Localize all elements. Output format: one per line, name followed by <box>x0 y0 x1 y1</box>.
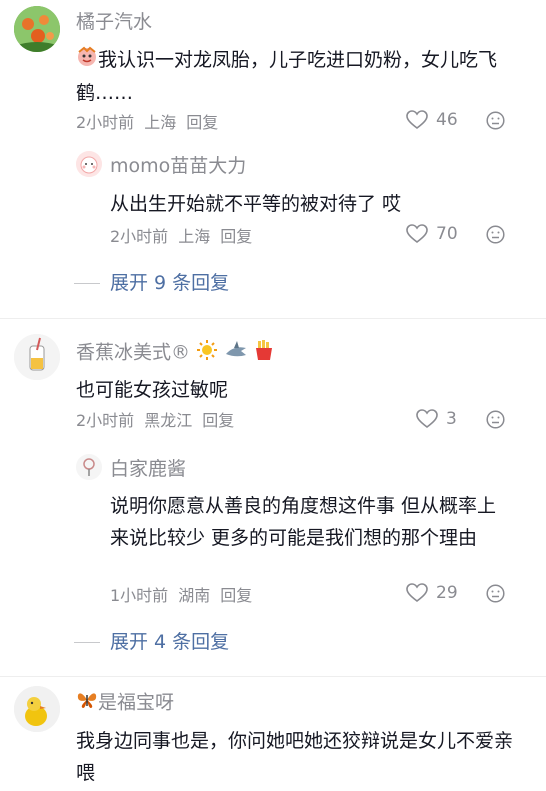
like-button[interactable]: 46 <box>406 110 458 130</box>
like-button[interactable]: 3 <box>416 409 457 429</box>
comment-meta: 2小时前 黑龙江 回复 <box>76 410 244 432</box>
reply-location: 湖南 <box>178 586 211 605</box>
fries-emoji-icon <box>254 339 274 367</box>
like-button[interactable]: 70 <box>406 224 458 244</box>
avatar[interactable] <box>14 334 60 380</box>
reply-button[interactable]: 回复 <box>202 411 234 430</box>
neutral-face-icon <box>486 225 505 244</box>
butterfly-emoji-icon <box>76 690 98 716</box>
dislike-button[interactable] <box>486 225 505 244</box>
like-count: 70 <box>436 224 458 244</box>
reply-meta: 1小时前 湖南 回复 <box>110 585 262 607</box>
heart-icon <box>406 224 428 244</box>
neutral-face-icon <box>486 111 505 130</box>
section-divider <box>0 676 546 677</box>
expand-divider <box>74 641 100 643</box>
like-count: 3 <box>446 409 457 429</box>
neutral-face-icon <box>486 584 505 603</box>
comment-username[interactable]: 香蕉冰美式® <box>76 339 274 367</box>
like-button[interactable]: 29 <box>406 583 458 603</box>
reply-location: 上海 <box>178 227 211 246</box>
reply-avatar[interactable] <box>76 151 102 177</box>
comment-time: 2小时前 <box>76 113 135 132</box>
sun-emoji-icon <box>196 339 218 367</box>
reply-button[interactable]: 回复 <box>220 586 252 605</box>
reply-username[interactable]: momo苗苗大力 <box>110 154 246 178</box>
comment-location: 上海 <box>144 113 177 132</box>
comment-meta: 2小时前 上海 回复 <box>76 112 228 134</box>
comment-username[interactable]: 是福宝呀 <box>76 690 174 716</box>
comment-text: 我身边同事也是，你问她吧她还狡辩说是女儿不爱亲喂 <box>76 730 514 784</box>
reply-button[interactable]: 回复 <box>186 113 218 132</box>
reply-time: 2小时前 <box>110 227 169 246</box>
section-divider <box>0 318 546 319</box>
like-count: 29 <box>436 583 458 603</box>
comment-text: 我认识一对龙凤胎，儿子吃进口奶粉，女儿吃飞鹤…… <box>76 44 516 109</box>
heart-icon <box>416 409 438 429</box>
comment-text: 也可能女孩过敏呢 <box>76 379 229 401</box>
avatar[interactable] <box>14 686 60 732</box>
expand-replies-button[interactable]: 展开 4 条回复 <box>74 629 229 655</box>
like-count: 46 <box>436 110 458 130</box>
reply-time: 1小时前 <box>110 586 169 605</box>
reply-username[interactable]: 白家鹿酱 <box>110 457 186 481</box>
expand-replies-button[interactable]: 展开 9 条回复 <box>74 270 229 296</box>
expand-divider <box>74 282 100 284</box>
heart-icon <box>406 583 428 603</box>
dislike-button[interactable] <box>486 584 505 603</box>
dislike-button[interactable] <box>486 111 505 130</box>
reply-text: 从出生开始就不平等的被对待了 哎 <box>110 193 402 215</box>
dislike-button[interactable] <box>486 410 505 429</box>
comment-location: 黑龙江 <box>144 411 193 430</box>
reply-meta: 2小时前 上海 回复 <box>110 226 262 248</box>
shark-emoji-icon <box>224 339 248 367</box>
neutral-face-icon <box>486 410 505 429</box>
comment-time: 2小时前 <box>76 411 135 430</box>
reply-avatar[interactable] <box>76 454 102 480</box>
reply-text: 说明你愿意从善良的角度想这件事 但从概率上来说比较少 更多的可能是我们想的那个理… <box>110 495 497 549</box>
avatar[interactable] <box>14 6 60 52</box>
comment-username[interactable]: 橘子汽水 <box>76 10 152 34</box>
heart-icon <box>406 110 428 130</box>
reply-button[interactable]: 回复 <box>220 227 252 246</box>
face-emoji-icon <box>76 45 98 77</box>
